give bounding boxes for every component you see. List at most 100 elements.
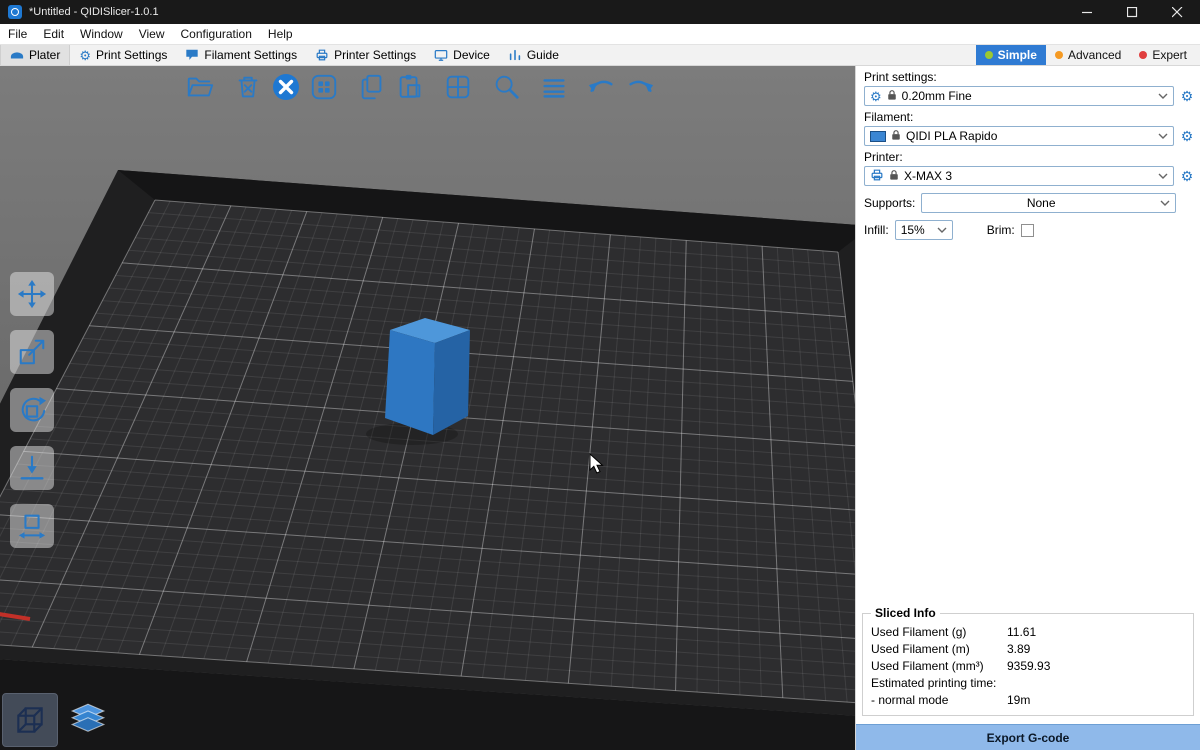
open-project-button[interactable] xyxy=(183,70,217,104)
copy-icon xyxy=(357,72,387,102)
infill-label: Infill: xyxy=(864,223,889,237)
folder-open-icon xyxy=(185,72,215,102)
delete-button[interactable] xyxy=(231,70,265,104)
printer-label: Printer: xyxy=(864,150,1192,164)
measure-icon xyxy=(17,511,47,541)
sliced-info-row: Estimated printing time: xyxy=(871,676,1185,690)
menu-window[interactable]: Window xyxy=(72,24,131,44)
filament-value: QIDI PLA Rapido xyxy=(906,129,1153,143)
cube-wireframe-icon xyxy=(13,703,47,737)
paste-button[interactable] xyxy=(393,70,427,104)
sliced-info-panel: Sliced Info Used Filament (g) 11.61 Used… xyxy=(862,613,1194,716)
brim-checkbox[interactable] xyxy=(1021,224,1034,237)
app-logo-icon xyxy=(8,5,22,19)
menu-file[interactable]: File xyxy=(0,24,35,44)
chevron-down-icon xyxy=(1158,93,1168,100)
print-settings-label: Print settings: xyxy=(864,70,1192,84)
mode-expert[interactable]: Expert xyxy=(1130,45,1196,65)
printer-gear-button[interactable]: ⚙ xyxy=(1179,169,1195,183)
printer-select[interactable]: X-MAX 3 xyxy=(864,166,1174,186)
redo-icon xyxy=(624,72,656,102)
export-gcode-button[interactable]: Export G-code xyxy=(856,724,1200,750)
view-mode-toggle xyxy=(2,693,116,747)
viewport-3d[interactable] xyxy=(0,66,855,750)
tab-print-settings[interactable]: ⚙ Print Settings xyxy=(70,45,176,65)
menu-view[interactable]: View xyxy=(131,24,173,44)
measure-tool-button[interactable] xyxy=(10,504,54,548)
chevron-down-icon xyxy=(1158,173,1168,180)
search-button[interactable] xyxy=(489,70,523,104)
window-title: *Untitled - QIDISlicer-1.0.1 xyxy=(29,6,159,18)
split-window-icon xyxy=(443,72,473,102)
filament-icon xyxy=(185,48,199,62)
filament-label: Filament: xyxy=(864,110,1192,124)
trash-delete-icon xyxy=(233,72,263,102)
sliced-info-row: Used Filament (g) 11.61 xyxy=(871,625,1185,639)
minimize-button[interactable] xyxy=(1065,0,1110,24)
sliced-info-title: Sliced Info xyxy=(871,606,940,620)
menu-configuration[interactable]: Configuration xyxy=(173,24,260,44)
brim-label: Brim: xyxy=(987,223,1015,237)
print-settings-select[interactable]: ⚙ 0.20mm Fine xyxy=(864,86,1174,106)
infill-select[interactable]: 15% xyxy=(895,220,953,240)
lock-icon xyxy=(887,89,897,104)
rotate-tool-button[interactable] xyxy=(10,388,54,432)
tab-plater[interactable]: Plater xyxy=(0,45,70,65)
supports-select[interactable]: None xyxy=(921,193,1176,213)
chevron-down-icon xyxy=(1160,200,1170,207)
maximize-button[interactable] xyxy=(1110,0,1155,24)
sliced-info-row: - normal mode 19m xyxy=(871,693,1185,707)
chevron-down-icon xyxy=(1158,133,1168,140)
menu-help[interactable]: Help xyxy=(260,24,301,44)
window-controls xyxy=(1065,0,1200,24)
model-cube[interactable] xyxy=(385,318,470,435)
move-tool-button[interactable] xyxy=(10,272,54,316)
preview-view-button[interactable] xyxy=(60,693,116,747)
sliced-info-row: Used Filament (m) 3.89 xyxy=(871,642,1185,656)
tab-filament-settings[interactable]: Filament Settings xyxy=(176,45,306,65)
titlebar: *Untitled - QIDISlicer-1.0.1 xyxy=(0,0,1200,24)
supports-label: Supports: xyxy=(864,196,915,210)
gear-icon: ⚙ xyxy=(79,49,91,62)
rotate-icon xyxy=(17,395,47,425)
split-objects-button[interactable] xyxy=(441,70,475,104)
filament-select[interactable]: QIDI PLA Rapido xyxy=(864,126,1174,146)
mode-simple[interactable]: Simple xyxy=(976,45,1046,65)
menu-edit[interactable]: Edit xyxy=(35,24,72,44)
printer-value: X-MAX 3 xyxy=(904,169,1153,183)
qidislicer-window: *Untitled - QIDISlicer-1.0.1 File Edit W… xyxy=(0,0,1200,750)
undo-button[interactable] xyxy=(585,70,619,104)
move-icon xyxy=(17,279,47,309)
copy-button[interactable] xyxy=(355,70,389,104)
tab-printer-settings[interactable]: Printer Settings xyxy=(306,45,425,65)
tabbar: Plater ⚙ Print Settings Filament Setting… xyxy=(0,44,1200,66)
plater-toolbar xyxy=(183,70,661,104)
mode-advanced[interactable]: Advanced xyxy=(1046,45,1130,65)
close-button[interactable] xyxy=(1155,0,1200,24)
settings-sidebar: Print settings: ⚙ 0.20mm Fine ⚙ Filament… xyxy=(855,66,1200,750)
infill-value: 15% xyxy=(901,223,932,237)
paste-icon xyxy=(395,72,425,102)
scale-tool-button[interactable] xyxy=(10,330,54,374)
guide-icon xyxy=(508,48,522,62)
lock-icon xyxy=(889,169,899,184)
variable-layer-height-button[interactable] xyxy=(537,70,571,104)
arrange-button[interactable] xyxy=(307,70,341,104)
plater-icon xyxy=(10,48,24,62)
tab-device[interactable]: Device xyxy=(425,45,499,65)
filament-gear-button[interactable]: ⚙ xyxy=(1179,129,1195,143)
tab-guide[interactable]: Guide xyxy=(499,45,568,65)
print-settings-gear-button[interactable]: ⚙ xyxy=(1179,89,1195,103)
arrange-icon xyxy=(309,72,339,102)
place-on-face-tool-button[interactable] xyxy=(10,446,54,490)
gear-icon: ⚙ xyxy=(870,90,882,103)
undo-icon xyxy=(586,72,618,102)
printer-icon xyxy=(315,48,329,62)
device-icon xyxy=(434,48,448,62)
delete-all-button[interactable] xyxy=(269,70,303,104)
delete-all-icon xyxy=(270,71,302,103)
redo-button[interactable] xyxy=(623,70,657,104)
layers-icon xyxy=(539,72,569,102)
mode-switcher: Simple Advanced Expert xyxy=(976,45,1200,65)
editor-3d-view-button[interactable] xyxy=(2,693,58,747)
